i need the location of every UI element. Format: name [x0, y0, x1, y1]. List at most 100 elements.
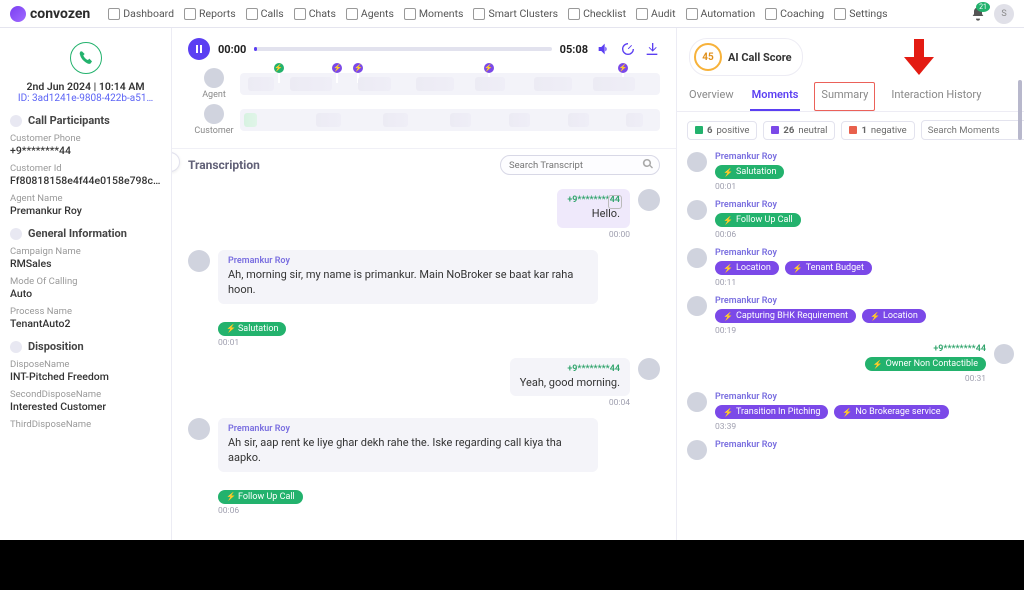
- message-timestamp: 00:01: [218, 338, 598, 348]
- transcript-search-input[interactable]: [500, 155, 660, 175]
- copy-icon[interactable]: [608, 195, 622, 209]
- ai-score-label: AI Call Score: [728, 51, 792, 64]
- moment-tag[interactable]: Follow Up Call: [218, 490, 303, 504]
- nav-item-audit[interactable]: Audit: [636, 7, 676, 20]
- message-bubble[interactable]: Premankur RoyAh sir, aap rent ke liye gh…: [218, 418, 598, 472]
- nav-item-agents[interactable]: Agents: [346, 7, 394, 20]
- brand-logo[interactable]: convozen: [10, 6, 90, 22]
- avatar-icon: [687, 392, 707, 412]
- filter-negative[interactable]: 1negative: [841, 121, 914, 140]
- play-pause-button[interactable]: [188, 38, 210, 60]
- lane-label-customer: Customer: [188, 104, 240, 136]
- participants-heading: Call Participants: [10, 114, 161, 127]
- transcript-search: [500, 155, 660, 175]
- message-bubble[interactable]: +9********44Yeah, good morning.: [510, 358, 630, 397]
- message-timestamp: 00:04: [510, 398, 630, 408]
- label-customer-phone: Customer Phone: [10, 133, 161, 144]
- lane-label-agent: Agent: [188, 68, 240, 100]
- moment-chip[interactable]: Location: [715, 261, 779, 275]
- transcript-message: +9********44Yeah, good morning.00:04: [188, 358, 660, 409]
- tab-overview[interactable]: Overview: [687, 82, 736, 111]
- moment-speaker: Premankur Roy: [715, 200, 801, 210]
- value-agent-name: Premankur Roy: [10, 204, 161, 217]
- value-mode: Auto: [10, 287, 161, 300]
- nav-item-icon: [108, 8, 120, 20]
- nav-item-icon: [246, 8, 258, 20]
- volume-icon[interactable]: [596, 41, 612, 57]
- label-mode: Mode Of Calling: [10, 276, 161, 287]
- list-icon: [10, 341, 22, 353]
- ai-score-chip[interactable]: 45 AI Call Score: [689, 38, 803, 76]
- nav-item-chats[interactable]: Chats: [294, 7, 336, 20]
- moment-row: Premankur RoySalutation00:01: [687, 152, 1014, 192]
- nav-item-calls[interactable]: Calls: [246, 7, 284, 20]
- moment-chip[interactable]: Follow Up Call: [715, 213, 801, 227]
- general-heading: General Information: [10, 227, 161, 240]
- avatar-icon: [687, 440, 707, 460]
- nav-item-dashboard[interactable]: Dashboard: [108, 7, 174, 20]
- avatar-icon: [687, 200, 707, 220]
- label-third-dispose: ThirdDisposeName: [10, 419, 161, 430]
- agent-lane-track[interactable]: ⚡ ⚡ ⚡ ⚡ ⚡: [240, 73, 660, 95]
- tab-interaction-history[interactable]: Interaction History: [889, 82, 983, 111]
- moment-speaker: Premankur Roy: [715, 296, 926, 306]
- user-avatar[interactable]: S: [994, 4, 1014, 24]
- moment-chip[interactable]: Owner Non Contactible: [865, 357, 986, 371]
- tab-moments[interactable]: Moments: [750, 82, 801, 111]
- nav-item-reports[interactable]: Reports: [184, 7, 236, 20]
- moment-marker-icon[interactable]: ⚡: [618, 63, 628, 73]
- moment-time: 00:01: [715, 182, 784, 192]
- avatar-icon: [204, 68, 224, 88]
- nav-item-icon: [404, 8, 416, 20]
- moments-list[interactable]: Premankur Roy Salutation 00:01 Premankur Ro…: [677, 148, 1024, 540]
- info-icon: [10, 228, 22, 240]
- moment-row: Premankur RoyLocationTenant Budget00:11: [687, 248, 1014, 288]
- speaker-label: Premankur Roy: [228, 256, 588, 266]
- label-dispose: DisposeName: [10, 359, 161, 370]
- moment-tag[interactable]: Salutation: [218, 322, 286, 336]
- moment-chip[interactable]: No Brokerage service: [834, 405, 948, 419]
- nav-item-icon: [686, 8, 698, 20]
- label-second-dispose: SecondDisposeName: [10, 389, 161, 400]
- moments-search-input[interactable]: [921, 120, 1024, 140]
- avatar-icon: [638, 189, 660, 211]
- message-timestamp: 00:06: [218, 506, 598, 516]
- message-bubble[interactable]: Premankur RoyAh, morning sir, my name is…: [218, 250, 598, 304]
- message-bubble[interactable]: +9********44Hello.: [557, 189, 630, 228]
- top-nav: convozen Dashboard Reports Calls Chats Agent…: [0, 0, 1024, 28]
- moment-chip[interactable]: Transition In Pitching: [715, 405, 828, 419]
- nav-item-settings[interactable]: Settings: [834, 7, 887, 20]
- scrollbar[interactable]: [1018, 80, 1022, 140]
- nav-item-automation[interactable]: Automation: [686, 7, 756, 20]
- moment-marker-icon[interactable]: ⚡: [332, 63, 342, 73]
- customer-lane-track[interactable]: [240, 109, 660, 131]
- filter-neutral[interactable]: 26neutral: [763, 121, 835, 140]
- moment-row: Premankur Roy Capturing BHK Requirement Lo…: [687, 296, 1014, 336]
- moment-chip[interactable]: Location: [862, 309, 926, 323]
- filter-positive[interactable]: 6positive: [687, 121, 757, 140]
- transcription-body[interactable]: +9********44Hello. 00:00 Premankur RoyAh, …: [172, 181, 676, 540]
- seek-slider[interactable]: [254, 47, 551, 51]
- tab-summary[interactable]: Summary: [814, 82, 875, 111]
- nav-item-moments[interactable]: Moments: [404, 7, 464, 20]
- nav-item-coaching[interactable]: Coaching: [765, 7, 824, 20]
- download-icon[interactable]: [644, 41, 660, 57]
- message-timestamp: 00:00: [557, 230, 630, 240]
- nav-item-icon: [834, 8, 846, 20]
- nav-item-checklist[interactable]: Checklist: [568, 7, 626, 20]
- moment-chip[interactable]: Capturing BHK Requirement: [715, 309, 856, 323]
- total-time: 05:08: [560, 43, 588, 56]
- moment-speaker: Premankur Roy: [715, 440, 777, 450]
- moment-chip[interactable]: Salutation: [715, 165, 784, 179]
- brand-name: convozen: [30, 6, 90, 22]
- transcription-header: Transcription: [172, 148, 676, 181]
- moment-chip[interactable]: Tenant Budget: [785, 261, 872, 275]
- moment-marker-icon[interactable]: ⚡: [353, 63, 363, 73]
- notifications-button[interactable]: 21: [970, 6, 986, 22]
- moment-marker-icon[interactable]: ⚡: [484, 63, 494, 73]
- speed-icon[interactable]: [620, 41, 636, 57]
- call-id[interactable]: ID: 3ad1241e-9808-422b-a51…: [10, 93, 161, 104]
- moment-marker-icon[interactable]: ⚡: [274, 63, 284, 73]
- nav-item-smart-clusters[interactable]: Smart Clusters: [473, 7, 558, 20]
- label-agent-name: Agent Name: [10, 193, 161, 204]
